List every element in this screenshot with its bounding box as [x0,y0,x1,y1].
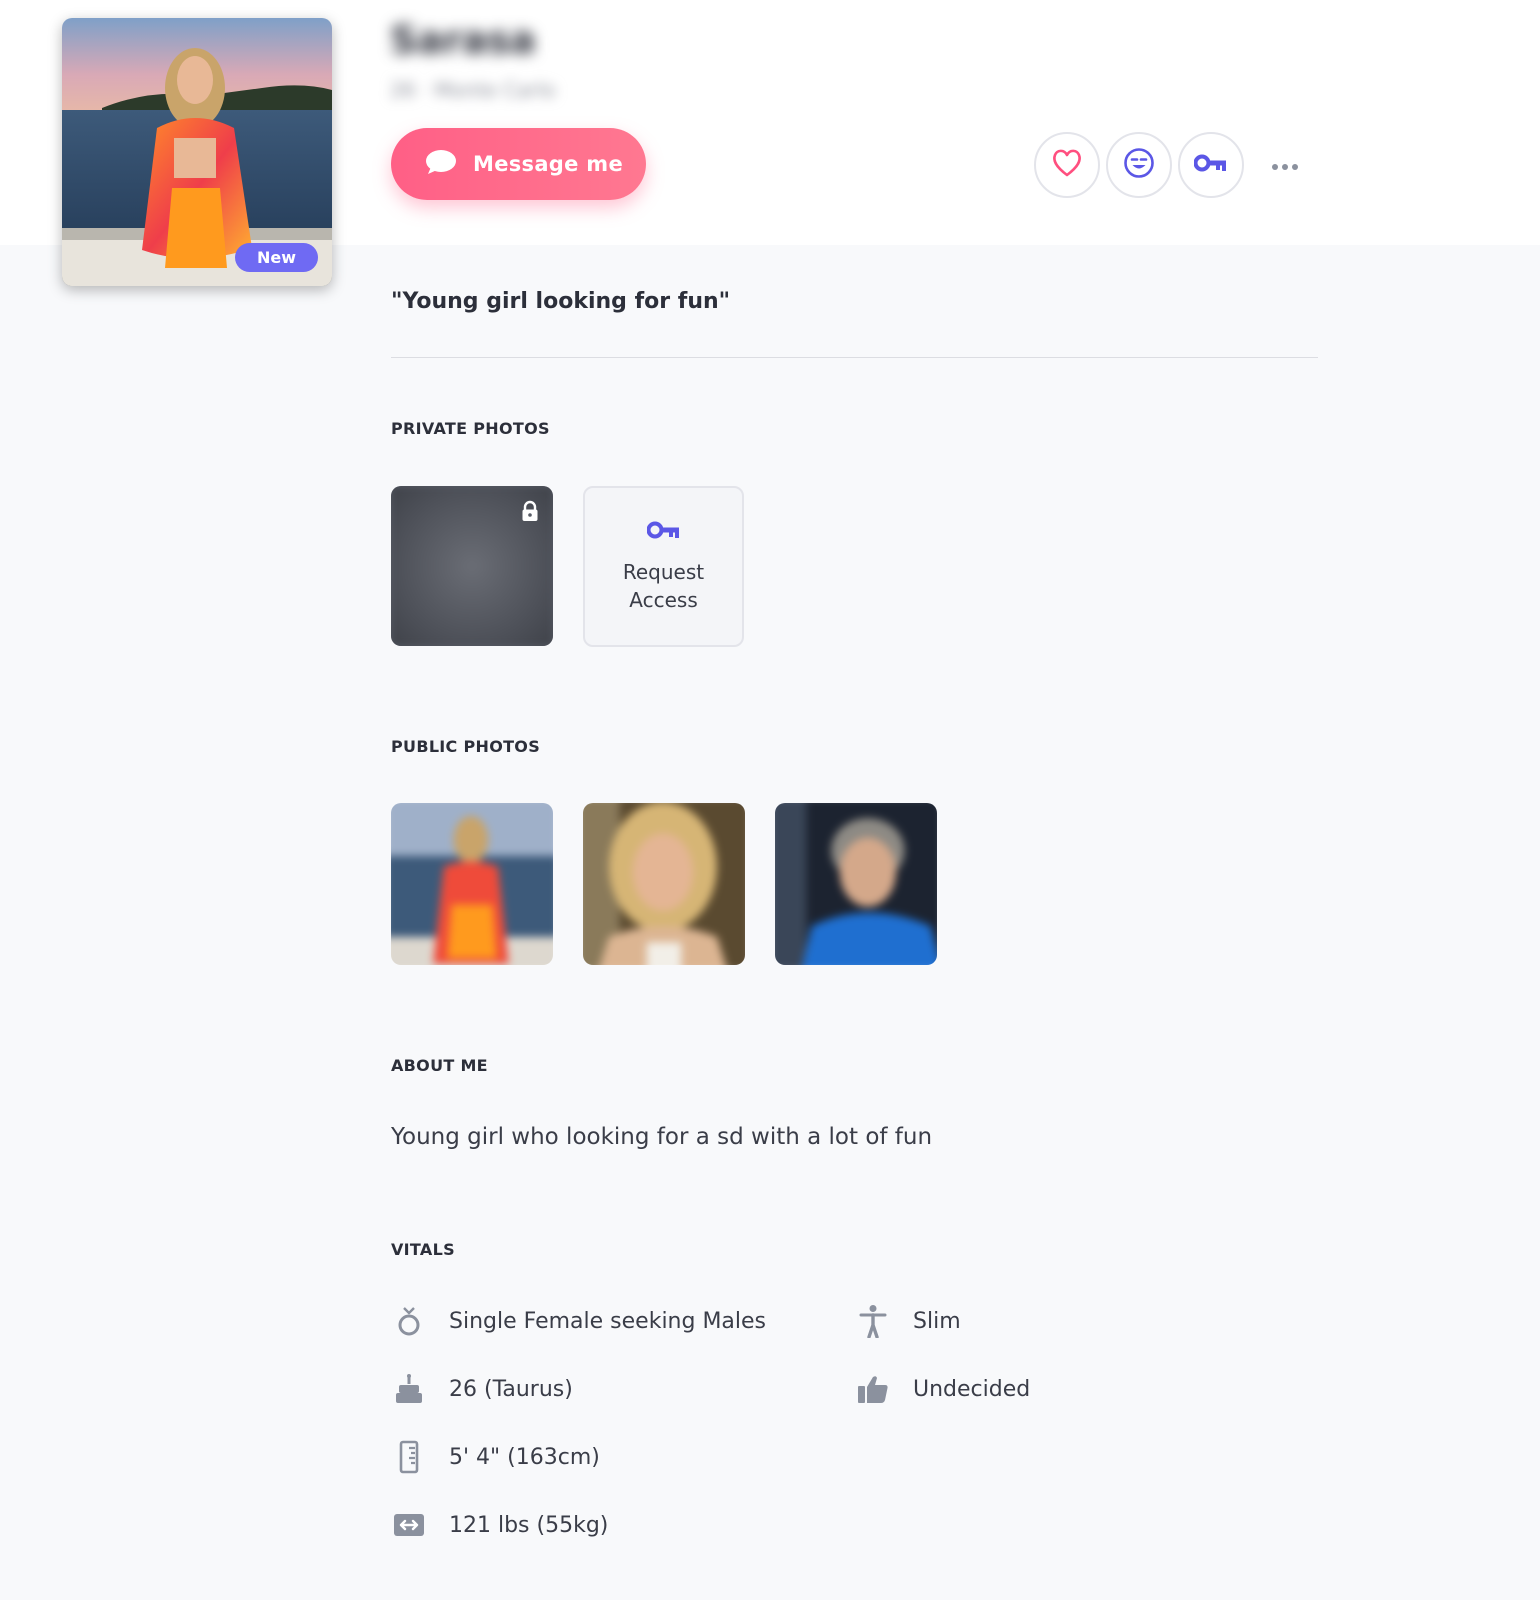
ring-icon [391,1303,427,1339]
private-key-button[interactable] [1178,132,1244,198]
divider [391,357,1318,358]
request-access-label: Request Access [622,559,705,612]
public-photo-3[interactable] [775,803,937,965]
private-photo-thumb[interactable] [391,486,553,646]
vital-relationship-text: Single Female seeking Males [449,1308,767,1334]
vital-body-text: Slim [913,1308,961,1334]
message-button[interactable]: Message me [391,128,646,200]
heart-icon [1051,148,1083,182]
birthday-cake-icon [391,1371,427,1407]
wink-face-icon [1123,147,1155,183]
vital-body: Slim [855,1303,961,1339]
request-access-button[interactable]: Request Access [583,486,744,647]
body-type-icon [855,1303,891,1339]
public-photo-1[interactable] [391,803,553,965]
ruler-icon [391,1439,427,1475]
chat-bubble-icon [425,149,457,180]
vital-age: 26 (Taurus) [391,1371,573,1407]
weight-icon [391,1507,427,1543]
vital-preference-text: Undecided [913,1376,1031,1402]
profile-name: Sarasa [390,18,536,62]
key-icon [1193,153,1228,177]
lock-icon [521,500,539,526]
more-options-button[interactable] [1265,150,1305,180]
key-icon [646,520,681,544]
about-me-heading: ABOUT ME [391,1056,488,1075]
profile-photo[interactable]: New [62,18,332,286]
profile-tagline: "Young girl looking for fun" [391,289,731,314]
vital-age-text: 26 (Taurus) [449,1376,573,1402]
vitals-heading: VITALS [391,1240,455,1259]
vital-preference: Undecided [855,1371,1030,1407]
vital-relationship: Single Female seeking Males [391,1303,766,1339]
private-photos-heading: PRIVATE PHOTOS [391,419,550,438]
favorite-button[interactable] [1034,132,1100,198]
profile-subline: 26 · Monte Carlo [390,78,556,102]
public-photo-2[interactable] [583,803,745,965]
vital-weight: 121 lbs (55kg) [391,1507,608,1543]
thumbs-up-icon [855,1371,891,1407]
profile-page: New Sarasa 26 · Monte Carlo Message me "… [0,0,1540,1600]
about-me-text: Young girl who looking for a sd with a l… [391,1124,933,1150]
vital-height: 5' 4" (163cm) [391,1439,600,1475]
new-badge: New [234,243,318,272]
vital-weight-text: 121 lbs (55kg) [449,1512,609,1538]
wink-button[interactable] [1106,132,1172,198]
more-dots-icon [1271,156,1299,175]
public-photos-heading: PUBLIC PHOTOS [391,737,541,756]
message-button-label: Message me [473,152,624,176]
vital-height-text: 5' 4" (163cm) [449,1444,600,1470]
